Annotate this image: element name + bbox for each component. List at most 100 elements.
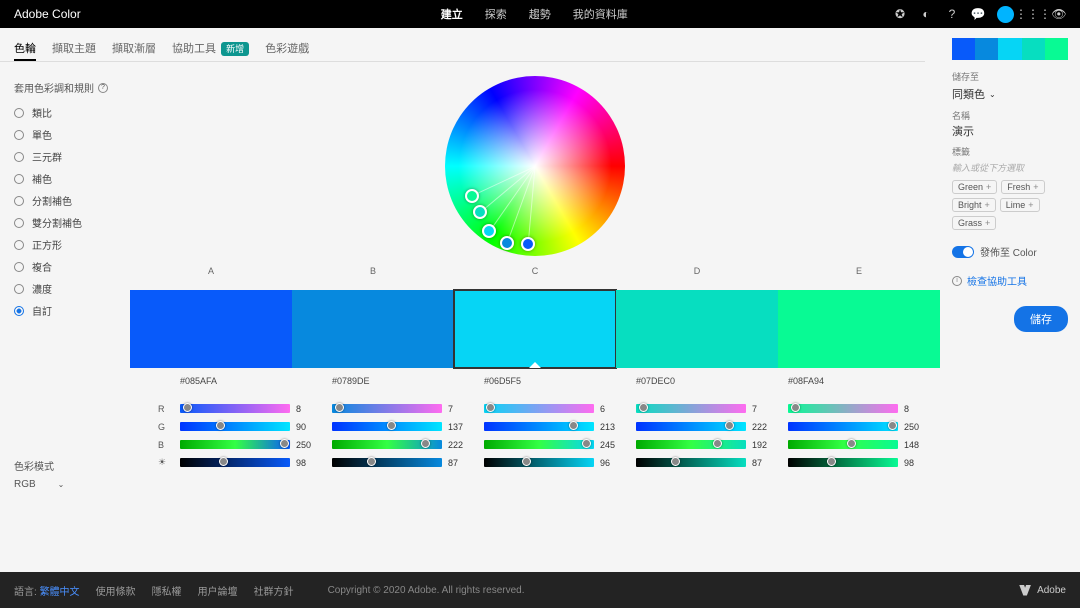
chat-icon[interactable]: 💬 [971,7,985,21]
star-icon[interactable]: ✪ [893,7,907,21]
nav-trends[interactable]: 趨勢 [529,6,551,22]
tab-extract-theme[interactable]: 擷取主題 [52,40,96,61]
plus-icon: + [1028,200,1033,210]
slider-column: 8 90 250 98 [180,402,332,469]
save-to-select[interactable]: 同類色 ⌄ [952,86,1068,102]
swatch-label: A [130,266,292,276]
wheel-handle[interactable] [500,236,514,250]
rule-item-1[interactable]: 單色 [14,127,118,142]
channel-r-label: R [158,402,166,415]
swatch[interactable] [454,290,616,368]
check-accessibility-link[interactable]: 檢查協助工具 [967,273,1027,288]
info-icon: i [952,276,962,286]
color-wheel[interactable] [445,76,625,256]
harmony-rule-title: 套用色彩調和規則 ? [14,80,118,95]
rule-item-9[interactable]: 自訂 [14,303,118,318]
apps-icon[interactable]: ⋮⋮⋮ [1026,7,1040,21]
slider-controls: R G B ☀ 89025098713722287621324596722219… [130,402,940,469]
hex-value[interactable]: #0789DE [332,376,484,386]
wheel-handle[interactable] [521,237,535,251]
slider-g[interactable]: 90 [180,420,332,433]
swatch-label: E [778,266,940,276]
slider-g[interactable]: 213 [484,420,636,433]
hex-value[interactable]: #08FA94 [788,376,940,386]
color-mode-label: 色彩模式 [14,458,118,473]
slider-r[interactable]: 6 [484,402,636,415]
topbar: Adobe Color 建立 探索 趨勢 我的資料庫 ✪ ◐ ? 💬 ⋮⋮⋮ 👁 [0,0,1080,28]
slider-g[interactable]: 222 [636,420,788,433]
tag-chip[interactable]: Lime + [1000,198,1040,212]
swatch[interactable] [616,290,778,368]
plus-icon: + [1033,182,1038,192]
swatch[interactable] [778,290,940,368]
slider-l[interactable]: 87 [636,456,788,469]
globe-icon[interactable]: ◐ [919,7,933,21]
slider-r[interactable]: 8 [180,402,332,415]
footer-link-forum[interactable]: 用户論壇 [198,583,238,598]
center-panel: ABCDE #085AFA#0789DE#06D5F5#07DEC0#08FA9… [118,28,952,572]
rule-item-0[interactable]: 類比 [14,105,118,120]
slider-b[interactable]: 245 [484,438,636,451]
radio-icon [14,108,24,118]
slider-b[interactable]: 192 [636,438,788,451]
slider-l[interactable]: 96 [484,456,636,469]
view-icon[interactable]: 👁 [1052,7,1066,21]
avatar[interactable] [997,6,1014,23]
slider-b[interactable]: 148 [788,438,940,451]
tag-chip[interactable]: Grass + [952,216,996,230]
save-button[interactable]: 儲存 [1014,306,1068,332]
hex-value[interactable]: #085AFA [180,376,332,386]
wheel-handle[interactable] [465,189,479,203]
rule-item-5[interactable]: 雙分割補色 [14,215,118,230]
wheel-handle[interactable] [473,205,487,219]
tag-chip[interactable]: Green + [952,180,997,194]
radio-icon [14,306,24,316]
nav-create[interactable]: 建立 [441,6,463,22]
logo[interactable]: Adobe Color [14,7,81,21]
slider-r[interactable]: 7 [636,402,788,415]
tag-chip[interactable]: Fresh + [1001,180,1044,194]
name-input[interactable] [952,125,1068,137]
rule-item-4[interactable]: 分割補色 [14,193,118,208]
slider-b[interactable]: 222 [332,438,484,451]
adobe-brand[interactable]: Adobe [1019,585,1066,596]
rule-item-8[interactable]: 濃度 [14,281,118,296]
nav-library[interactable]: 我的資料庫 [573,6,628,22]
slider-g[interactable]: 137 [332,420,484,433]
nav-explore[interactable]: 探索 [485,6,507,22]
rule-item-6[interactable]: 正方形 [14,237,118,252]
language-select[interactable]: 語言: 繁體中文 [14,583,80,598]
tab-accessibility[interactable]: 協助工具 新增 [172,40,249,61]
swatch[interactable] [130,290,292,368]
swatch[interactable] [292,290,454,368]
hex-value[interactable]: #07DEC0 [636,376,788,386]
slider-g[interactable]: 250 [788,420,940,433]
chevron-down-icon: ⌄ [989,90,996,99]
slider-l[interactable]: 87 [332,456,484,469]
publish-toggle[interactable] [952,246,974,258]
tab-extract-gradient[interactable]: 擷取漸層 [112,40,156,61]
slider-r[interactable]: 7 [332,402,484,415]
tab-color-game[interactable]: 色彩遊戲 [265,40,309,61]
color-mode-select[interactable]: RGB⌄ [14,479,118,490]
brightness-icon: ☀ [158,456,166,469]
tag-chip[interactable]: Bright + [952,198,996,212]
radio-icon [14,196,24,206]
footer-link-community[interactable]: 社群方針 [254,583,294,598]
slider-l[interactable]: 98 [180,456,332,469]
rule-item-3[interactable]: 補色 [14,171,118,186]
tab-wheel[interactable]: 色輪 [14,40,36,61]
slider-r[interactable]: 8 [788,402,940,415]
wheel-handle[interactable] [482,224,496,238]
slider-l[interactable]: 98 [788,456,940,469]
swatch-row [130,290,940,368]
rule-item-2[interactable]: 三元群 [14,149,118,164]
footer-link-privacy[interactable]: 隱私權 [152,583,182,598]
top-icons: ✪ ◐ ? 💬 ⋮⋮⋮ 👁 [893,6,1066,23]
hex-value[interactable]: #06D5F5 [484,376,636,386]
slider-b[interactable]: 250 [180,438,332,451]
help-icon[interactable]: ? [945,7,959,21]
footer-link-terms[interactable]: 使用條款 [96,583,136,598]
rule-item-7[interactable]: 複合 [14,259,118,274]
info-icon[interactable]: ? [98,83,108,93]
